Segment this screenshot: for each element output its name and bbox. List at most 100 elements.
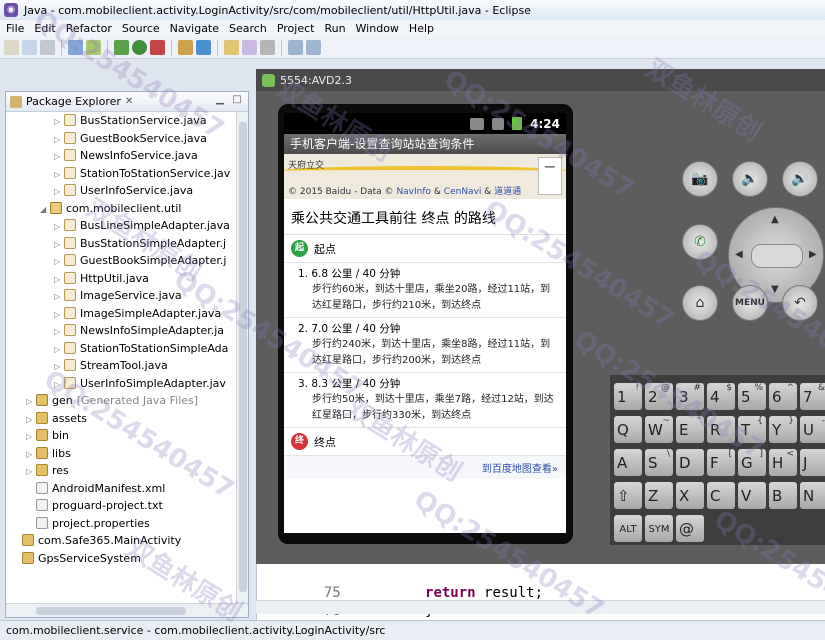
collapsed-arrow-icon[interactable]: ▷	[26, 446, 36, 464]
new-class-icon[interactable]	[196, 40, 211, 55]
tree-item[interactable]: ◢ com.mobileclient.util	[6, 200, 236, 218]
dpad-up-icon[interactable]: ▲	[771, 214, 779, 225]
map-zoom-out-button[interactable]: −	[538, 157, 562, 195]
expanded-arrow-icon[interactable]: ◢	[40, 201, 50, 219]
save-icon[interactable]	[22, 40, 37, 55]
key-1[interactable]: 1!	[614, 383, 642, 410]
tree-item[interactable]: ▷ StationToStationSimpleAda	[6, 340, 236, 358]
camera-button[interactable]: 📷	[682, 161, 718, 197]
collapsed-arrow-icon[interactable]: ▷	[54, 288, 64, 306]
scrollbar-thumb[interactable]	[239, 122, 247, 592]
key-g[interactable]: G]	[738, 449, 766, 476]
collapsed-arrow-icon[interactable]: ▷	[54, 271, 64, 289]
new-icon[interactable]	[4, 40, 19, 55]
key-e[interactable]: E "	[676, 416, 704, 443]
key-r[interactable]: R	[707, 416, 735, 443]
key-sym[interactable]: SYM	[645, 515, 673, 542]
collapsed-arrow-icon[interactable]: ▷	[54, 183, 64, 201]
collapsed-arrow-icon[interactable]: ▷	[54, 236, 64, 254]
new-package-icon[interactable]	[178, 40, 193, 55]
baidu-map[interactable]: 天府立交 © 2015 Baidu - Data © NavInfo & Cen…	[284, 154, 566, 199]
tree-item[interactable]: proguard-project.txt	[6, 497, 236, 515]
map-link-daodaotong[interactable]: 道道通	[494, 187, 521, 197]
tab-package-explorer[interactable]: Package Explorer	[26, 95, 121, 108]
debug-icon[interactable]	[114, 40, 129, 55]
tree-item[interactable]: ▷ GuestBookService.java	[6, 130, 236, 148]
tree-item[interactable]: ▷ NewsInfoService.java	[6, 147, 236, 165]
route-plan[interactable]: 2. 7.0 公里 / 40 分钟 步行约240米，到达十里店，乘坐8路，经过11…	[284, 317, 566, 372]
maximize-icon[interactable]: □	[230, 94, 244, 108]
tree-item[interactable]: ▷ HttpUtil.java	[6, 270, 236, 288]
key-w[interactable]: W ~	[645, 416, 673, 443]
key-c[interactable]: C	[707, 482, 735, 509]
tree-item[interactable]: ▷ BusLineSimpleAdapter.java	[6, 217, 236, 235]
key-s[interactable]: S \	[645, 449, 673, 476]
key-a[interactable]: A	[614, 449, 642, 476]
key-h[interactable]: H <	[769, 449, 797, 476]
menu-item-window[interactable]: Window	[356, 22, 399, 35]
tree-item[interactable]: GpsServiceSystem	[6, 550, 236, 568]
back-button[interactable]: ↶	[782, 285, 818, 321]
print-icon[interactable]	[40, 40, 55, 55]
menu-item-source[interactable]: Source	[122, 22, 160, 35]
forward-icon[interactable]	[306, 40, 321, 55]
key-5[interactable]: 5%	[738, 383, 766, 410]
tree-horizontal-scrollbar[interactable]	[6, 603, 248, 617]
collapsed-arrow-icon[interactable]: ▷	[54, 341, 64, 359]
tree-item[interactable]: ▷ assets	[6, 410, 236, 428]
home-button[interactable]: ⌂	[682, 285, 718, 321]
tree-item[interactable]: ▷ res	[6, 462, 236, 480]
key-d[interactable]: D	[676, 449, 704, 476]
tree-item[interactable]: com.Safe365.MainActivity	[6, 532, 236, 550]
collapsed-arrow-icon[interactable]: ▷	[54, 131, 64, 149]
tree-item[interactable]: ▷ UserInfoService.java	[6, 182, 236, 200]
call-button[interactable]: ✆	[682, 224, 718, 260]
key-q[interactable]: Q	[614, 416, 642, 443]
collapsed-arrow-icon[interactable]: ▷	[54, 148, 64, 166]
external-tools-icon[interactable]	[150, 40, 165, 55]
key-6[interactable]: 6 ^	[769, 383, 797, 410]
open-in-baidu-map-link[interactable]: 到百度地图查看»	[284, 455, 566, 479]
key-u[interactable]: U-	[800, 416, 825, 443]
key-y[interactable]: Y}	[769, 416, 797, 443]
tree-item[interactable]: ▷ StationToStationService.jav	[6, 165, 236, 183]
menu-item-project[interactable]: Project	[277, 22, 315, 35]
dpad-center-button[interactable]	[751, 244, 803, 268]
route-plan[interactable]: 3. 8.3 公里 / 40 分钟 步行约50米，到达十里店，乘坐7路，经过12站…	[284, 372, 566, 427]
key-b[interactable]: B	[769, 482, 797, 509]
key-t[interactable]: T{	[738, 416, 766, 443]
key-x[interactable]: X	[676, 482, 704, 509]
menu-item-help[interactable]: Help	[409, 22, 434, 35]
tree-vertical-scrollbar[interactable]	[236, 112, 248, 603]
menu-item-refactor[interactable]: Refactor	[66, 22, 112, 35]
key-@[interactable]: @	[676, 515, 704, 542]
collapsed-arrow-icon[interactable]: ▷	[26, 411, 36, 429]
menu-item-file[interactable]: File	[6, 22, 24, 35]
avd-manager-icon[interactable]	[86, 40, 101, 55]
key-2[interactable]: 2 @	[645, 383, 673, 410]
map-link-navinfo[interactable]: NavInfo	[396, 187, 431, 197]
menu-item-search[interactable]: Search	[229, 22, 267, 35]
scrollbar-thumb[interactable]	[36, 607, 186, 615]
tree-item[interactable]: ▷ GuestBookSimpleAdapter.j	[6, 252, 236, 270]
collapsed-arrow-icon[interactable]: ▷	[54, 376, 64, 394]
key-alt[interactable]: ALT	[614, 515, 642, 542]
route-plan[interactable]: 1. 6.8 公里 / 40 分钟 步行约60米，到达十里店，乘坐20路，经过11…	[284, 262, 566, 317]
android-sdk-icon[interactable]	[68, 40, 83, 55]
collapsed-arrow-icon[interactable]: ▷	[54, 306, 64, 324]
tree-item[interactable]: ▷ bin	[6, 427, 236, 445]
key-f[interactable]: F[	[707, 449, 735, 476]
collapsed-arrow-icon[interactable]: ▷	[26, 393, 36, 411]
tree-item[interactable]: ▷ ImageService.java	[6, 287, 236, 305]
collapsed-arrow-icon[interactable]: ▷	[54, 253, 64, 271]
tree-item[interactable]: ▷ UserInfoSimpleAdapter.jav	[6, 375, 236, 393]
map-link-cennavi[interactable]: CenNavi	[444, 187, 482, 197]
collapsed-arrow-icon[interactable]: ▷	[54, 218, 64, 236]
key-4[interactable]: 4 $	[707, 383, 735, 410]
dpad-down-icon[interactable]: ▼	[771, 284, 779, 295]
tree-item[interactable]: ▷ StreamTool.java	[6, 357, 236, 375]
minimize-icon[interactable]: ▁	[213, 94, 227, 108]
open-type-icon[interactable]	[224, 40, 239, 55]
dpad-right-icon[interactable]: ▶	[809, 249, 817, 260]
key-z[interactable]: Z	[645, 482, 673, 509]
